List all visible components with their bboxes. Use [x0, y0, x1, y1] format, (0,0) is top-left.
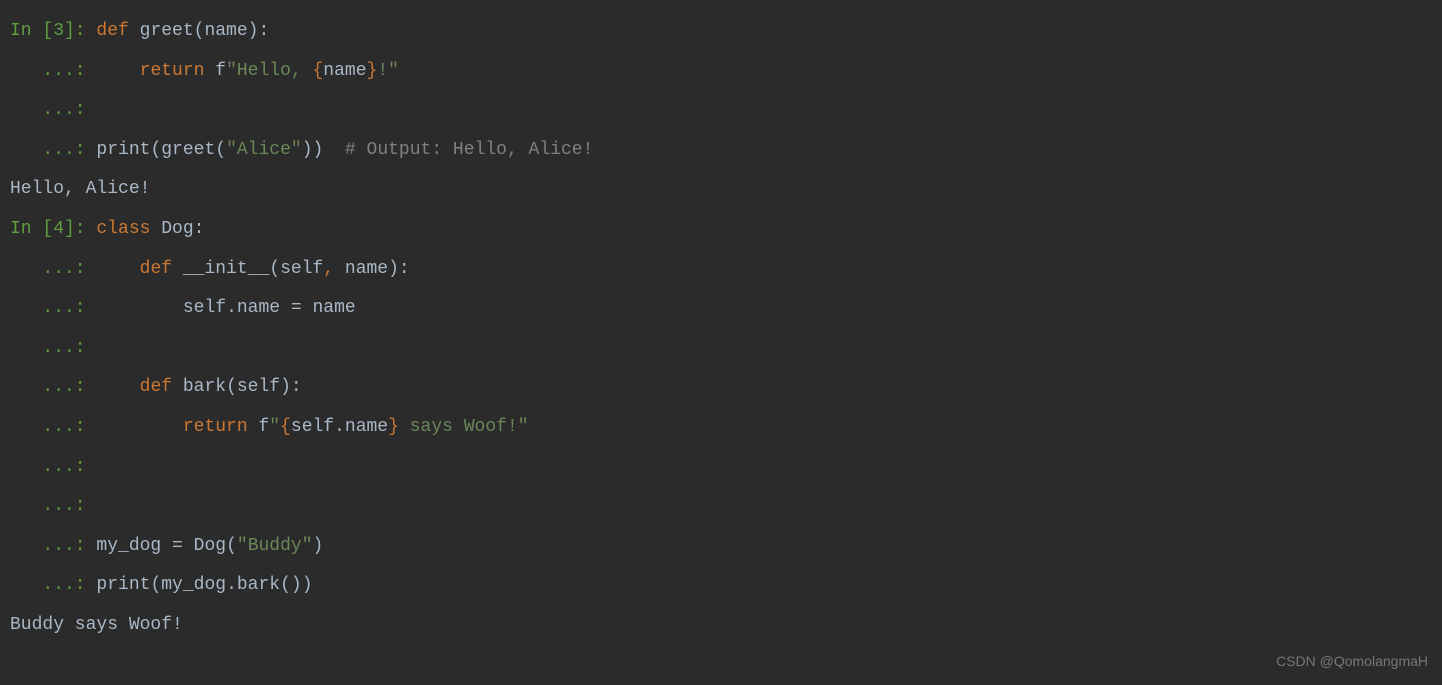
comment: # Output: Hello, Alice!	[323, 140, 593, 160]
prompt-cont: ...:	[10, 298, 96, 318]
code-line: ...: my_dog = Dog("Buddy")	[10, 527, 1432, 567]
keyword-return: return	[140, 61, 205, 81]
prompt-cont: ...:	[10, 338, 96, 358]
output-line: Hello, Alice!	[10, 170, 1432, 210]
code-line: In [4]: class Dog:	[10, 210, 1432, 250]
code-line: ...: return f"Hello, {name}!"	[10, 52, 1432, 92]
ipython-terminal[interactable]: In [3]: def greet(name): ...: return f"H…	[10, 12, 1432, 646]
code-line: ...:	[10, 448, 1432, 488]
prompt-cont: ...:	[10, 536, 96, 556]
prompt-in: In [3]:	[10, 21, 96, 41]
keyword-def: def	[96, 21, 128, 41]
code-line: ...: return f"{self.name} says Woof!"	[10, 408, 1432, 448]
code-line: ...: print(greet("Alice")) # Output: Hel…	[10, 131, 1432, 171]
function-name: greet	[140, 21, 194, 41]
code-line: ...: self.name = name	[10, 289, 1432, 329]
code-line: ...:	[10, 91, 1432, 131]
code-line: ...: def bark(self):	[10, 368, 1432, 408]
prompt-cont: ...:	[10, 259, 96, 279]
prompt-cont: ...:	[10, 496, 96, 516]
prompt-cont: ...:	[10, 457, 96, 477]
keyword-class: class	[96, 219, 150, 239]
prompt-cont: ...:	[10, 417, 96, 437]
prompt-cont: ...:	[10, 61, 96, 81]
prompt-cont: ...:	[10, 140, 96, 160]
output-line: Buddy says Woof!	[10, 606, 1432, 646]
params: (name)	[194, 21, 259, 41]
code-line: ...: def __init__(self, name):	[10, 250, 1432, 290]
prompt-in: In [4]:	[10, 219, 96, 239]
code-line: ...:	[10, 487, 1432, 527]
code-line: ...: print(my_dog.bark())	[10, 566, 1432, 606]
prompt-cont: ...:	[10, 377, 96, 397]
code-line: ...:	[10, 329, 1432, 369]
code-line: In [3]: def greet(name):	[10, 12, 1432, 52]
watermark: CSDN @QomolangmaH	[1276, 646, 1428, 677]
prompt-cont: ...:	[10, 575, 96, 595]
prompt-cont: ...:	[10, 100, 96, 120]
